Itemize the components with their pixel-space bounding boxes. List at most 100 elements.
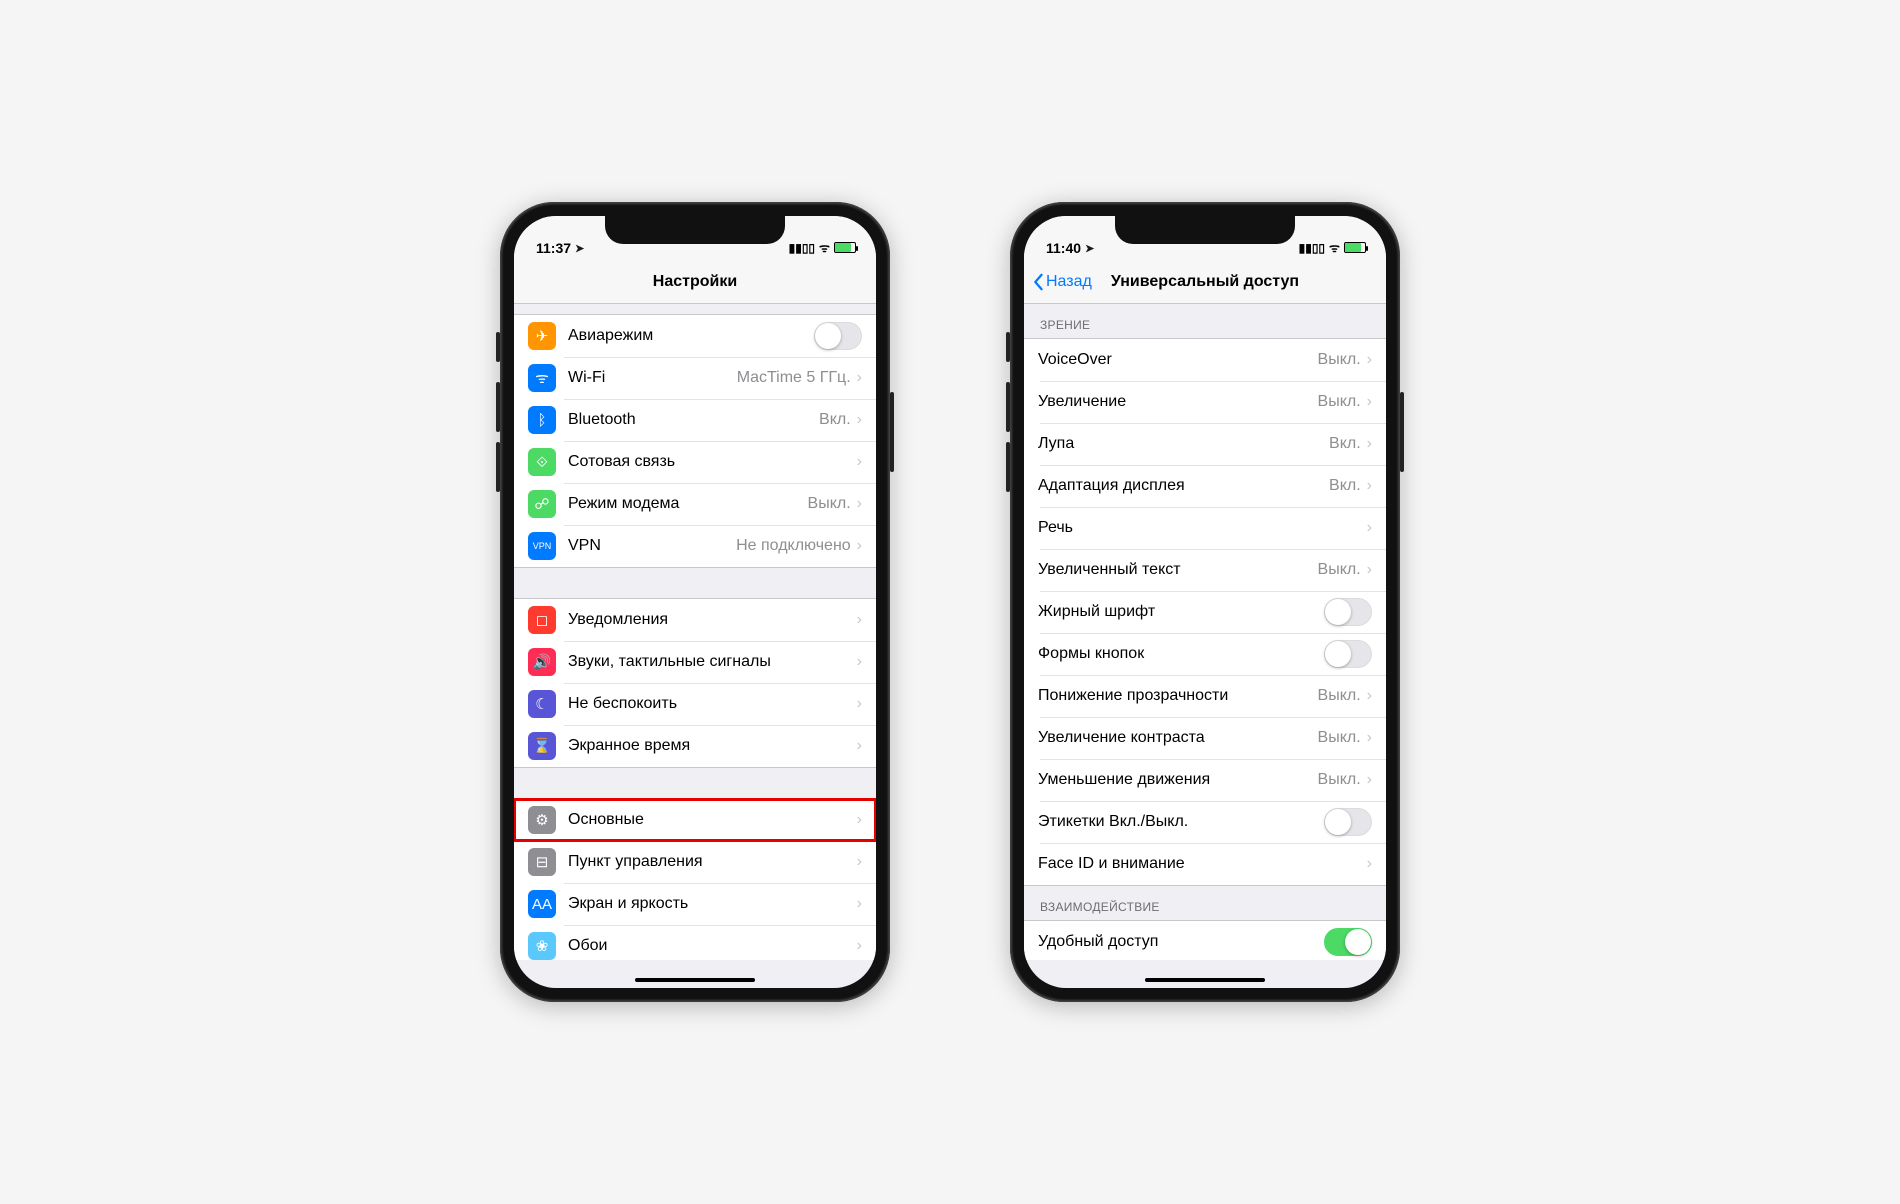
row-larger-text[interactable]: Увеличенный текстВыкл.›	[1024, 549, 1386, 591]
row-value: Не подключено	[736, 537, 851, 555]
row-label: Жирный шрифт	[1038, 603, 1324, 621]
row-value: Выкл.	[1318, 729, 1361, 747]
home-indicator[interactable]	[1145, 978, 1265, 982]
row-button-shapes[interactable]: Формы кнопок	[1024, 633, 1386, 675]
bold-text-toggle[interactable]	[1324, 598, 1372, 626]
button-shapes-toggle[interactable]	[1324, 640, 1372, 668]
row-wifi[interactable]: ᯤWi-FiMacTime 5 ГГц.›	[514, 357, 876, 399]
location-arrow-icon: ➤	[575, 242, 584, 255]
row-label: Пункт управления	[568, 853, 857, 871]
row-notifications[interactable]: ◻ Уведомления›	[514, 599, 876, 641]
row-dnd[interactable]: ☾Не беспокоить›	[514, 683, 876, 725]
settings-content[interactable]: ✈ Авиарежим ᯤWi-FiMacTime 5 ГГц.›ᛒBluetoot…	[514, 304, 876, 960]
row-reduce-motion[interactable]: Уменьшение движенияВыкл. ›	[1024, 759, 1386, 801]
row-value: Выкл.	[1318, 771, 1361, 789]
chevron-right-icon: ›	[1367, 771, 1372, 789]
row-label: Удобный доступ	[1038, 933, 1324, 951]
row-value: Выкл.	[1318, 351, 1361, 369]
chevron-right-icon: ›	[857, 895, 862, 913]
chevron-right-icon: ›	[1367, 477, 1372, 495]
row-control-center[interactable]: ⊟ Пункт управления›	[514, 841, 876, 883]
bluetooth-icon: ᛒ	[528, 406, 556, 434]
battery-icon	[834, 242, 856, 253]
chevron-right-icon: ›	[857, 853, 862, 871]
dnd-icon: ☾	[528, 690, 556, 718]
chevron-right-icon: ›	[857, 453, 862, 471]
row-value: Выкл.	[1318, 687, 1361, 705]
control-center-icon: ⊟	[528, 848, 556, 876]
home-indicator[interactable]	[635, 978, 755, 982]
row-label: Сотовая связь	[568, 453, 857, 471]
chevron-right-icon: ›	[857, 737, 862, 755]
back-button[interactable]: Назад	[1032, 273, 1092, 291]
row-label: Адаптация дисплея	[1038, 477, 1329, 495]
general-icon: ⚙	[528, 806, 556, 834]
status-time: 11:37	[536, 240, 571, 256]
accessibility-content[interactable]: ЗРЕНИЕVoiceOverВыкл.›УвеличениеВыкл.›Луп…	[1024, 304, 1386, 960]
location-arrow-icon: ➤	[1085, 242, 1094, 255]
vpn-icon: VPN	[528, 532, 556, 560]
chevron-right-icon: ›	[1367, 855, 1372, 873]
screentime-icon: ⌛	[528, 732, 556, 760]
row-voiceover[interactable]: VoiceOverВыкл.›	[1024, 339, 1386, 381]
chevron-right-icon: ›	[857, 537, 862, 555]
row-hotspot[interactable]: ☍Режим модемаВыкл.›	[514, 483, 876, 525]
row-label: Экран и яркость	[568, 895, 857, 913]
row-label: Уведомления	[568, 611, 857, 629]
row-sounds[interactable]: 🔊Звуки, тактильные сигналы›	[514, 641, 876, 683]
onoff-labels-toggle[interactable]	[1324, 808, 1372, 836]
cellular-signal-icon: ▮▮▯▯	[1299, 241, 1325, 255]
chevron-right-icon: ›	[857, 495, 862, 513]
phone-right: 11:40 ➤ ▮▮▯▯ ᯤ Назад Универсальный досту…	[1010, 202, 1400, 1002]
row-general[interactable]: ⚙Основные›	[514, 799, 876, 841]
row-increase-contrast[interactable]: Увеличение контрастаВыкл.›	[1024, 717, 1386, 759]
mute-switch	[1006, 332, 1010, 362]
row-display[interactable]: AA Экран и яркость›	[514, 883, 876, 925]
row-vpn[interactable]: VPNVPNНе подключено›	[514, 525, 876, 567]
nav-title: Настройки	[653, 273, 737, 291]
row-label: Авиарежим	[568, 327, 814, 345]
chevron-right-icon: ›	[1367, 561, 1372, 579]
row-faceid[interactable]: Face ID и внимание›	[1024, 843, 1386, 885]
row-wallpaper[interactable]: ❀Обои›	[514, 925, 876, 960]
display-icon: AA	[528, 890, 556, 918]
section-header: ЗРЕНИЕ	[1024, 304, 1386, 338]
row-onoff-labels[interactable]: Этикетки Вкл./Выкл.	[1024, 801, 1386, 843]
row-magnifier[interactable]: ЛупаВкл.›	[1024, 423, 1386, 465]
row-label: VoiceOver	[1038, 351, 1318, 369]
volume-down	[1006, 442, 1010, 492]
volume-up	[1006, 382, 1010, 432]
side-button	[1400, 392, 1404, 472]
row-display-accom[interactable]: Адаптация дисплеяВкл.›	[1024, 465, 1386, 507]
row-cellular[interactable]: ⟐Сотовая связь›	[514, 441, 876, 483]
section-header: ВЗАИМОДЕЙСТВИЕ	[1024, 886, 1386, 920]
settings-group-1: ◻Уведомления›🔊Звуки, тактильные сигналы›…	[514, 598, 876, 768]
row-label: Уменьшение движения	[1038, 771, 1318, 789]
row-label: Понижение прозрачности	[1038, 687, 1318, 705]
chevron-right-icon: ›	[857, 611, 862, 629]
airplane-icon: ✈	[528, 322, 556, 350]
row-zoom[interactable]: УвеличениеВыкл.›	[1024, 381, 1386, 423]
notch	[1115, 216, 1295, 244]
row-screentime[interactable]: ⌛Экранное время›	[514, 725, 876, 767]
row-bold-text[interactable]: Жирный шрифт	[1024, 591, 1386, 633]
chevron-right-icon: ›	[1367, 435, 1372, 453]
chevron-left-icon	[1032, 273, 1044, 291]
airplane-toggle[interactable]	[814, 322, 862, 350]
row-value: Выкл.	[808, 495, 851, 513]
chevron-right-icon: ›	[1367, 393, 1372, 411]
settings-group-0: ✈ Авиарежим ᯤWi-FiMacTime 5 ГГц.›ᛒBluetoot…	[514, 314, 876, 568]
row-bluetooth[interactable]: ᛒBluetoothВкл.›	[514, 399, 876, 441]
cellular-signal-icon: ▮▮▯▯	[789, 241, 815, 255]
volume-down	[496, 442, 500, 492]
row-reachability[interactable]: Удобный доступ	[1024, 921, 1386, 960]
row-label: Обои	[568, 937, 857, 955]
row-airplane[interactable]: ✈ Авиарежим	[514, 315, 876, 357]
wifi-icon: ᯤ	[1329, 239, 1340, 256]
side-button	[890, 392, 894, 472]
row-label: Face ID и внимание	[1038, 855, 1367, 873]
notifications-icon: ◻	[528, 606, 556, 634]
row-reduce-transp[interactable]: Понижение прозрачностиВыкл.›	[1024, 675, 1386, 717]
reachability-toggle[interactable]	[1324, 928, 1372, 956]
row-speech[interactable]: Речь›	[1024, 507, 1386, 549]
